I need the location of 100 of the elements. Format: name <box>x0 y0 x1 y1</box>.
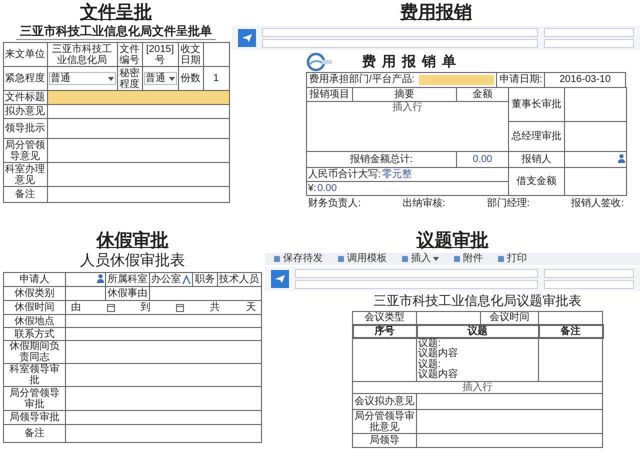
form-label: 收文日期 <box>178 42 203 66</box>
column-header: 报销项目 <box>306 88 352 102</box>
form-field[interactable]: 三亚市科技工业信息化局 <box>47 42 117 66</box>
person-icon[interactable] <box>97 274 104 282</box>
form-field[interactable]: [2015] <box>146 44 174 54</box>
column-header: 议题 <box>416 324 538 338</box>
form-label: 拟办意见 <box>3 104 47 118</box>
form-field[interactable] <box>47 138 229 162</box>
section-heading: 议题审批 <box>416 229 488 252</box>
form-field[interactable] <box>66 314 262 328</box>
send-button[interactable] <box>271 270 289 288</box>
calendar-icon[interactable] <box>176 304 184 312</box>
toolbar-button[interactable]: 保存待发 <box>271 253 325 265</box>
form-label: 休假地点 <box>4 314 66 328</box>
square-icon <box>337 255 345 263</box>
form-field[interactable] <box>416 410 602 434</box>
form-label: 紧急程度 <box>3 66 47 90</box>
form-label: 会议时间 <box>480 312 538 324</box>
form-field[interactable]: 号 <box>155 54 165 66</box>
form-field[interactable] <box>47 90 229 104</box>
column-header: 摘要 <box>352 88 456 102</box>
person-icon[interactable] <box>618 154 625 162</box>
form-field[interactable] <box>564 122 626 152</box>
form-label: 天 <box>246 302 256 313</box>
date-field[interactable]: 2016-03-10 <box>544 73 625 87</box>
form-field[interactable] <box>47 118 229 138</box>
form-field[interactable] <box>47 162 229 186</box>
form-field[interactable] <box>564 168 626 196</box>
form-field[interactable] <box>66 340 262 364</box>
form-label: 联系方式 <box>4 328 66 340</box>
signature-label: 部门经理: <box>486 198 530 209</box>
form-field[interactable] <box>416 434 602 448</box>
form-label: 董事长审批 <box>508 88 564 122</box>
form-field[interactable] <box>203 42 229 66</box>
section-heading: 文件呈批 <box>80 1 152 24</box>
caret-icon <box>108 76 114 80</box>
dropdown[interactable]: 普通 <box>144 72 176 85</box>
form-label: 会议类型 <box>352 312 416 324</box>
dropdown[interactable]: 普通 <box>48 72 116 85</box>
topic-field[interactable]: 议题: 议题内容 议题: 议题内容 <box>416 338 538 382</box>
signature-label: 财务负责人: <box>308 198 361 209</box>
paper-plane-icon <box>274 274 286 284</box>
form-label: 申请日期: <box>496 73 544 87</box>
form-field[interactable] <box>66 424 262 442</box>
square-icon <box>401 255 409 263</box>
caret-icon <box>433 257 439 261</box>
form-label: 文件标题 <box>3 90 47 104</box>
form-field[interactable] <box>538 312 602 324</box>
form-label: 领导批示 <box>3 118 47 138</box>
form-field[interactable] <box>538 338 602 382</box>
form-label: 备注 <box>3 186 47 202</box>
form-field[interactable] <box>418 75 494 85</box>
form-label: 申请人 <box>4 272 66 286</box>
form-label: 局领导审批 <box>4 410 66 424</box>
form-field[interactable] <box>564 88 626 122</box>
calendar-icon[interactable] <box>106 304 115 312</box>
form-label: 休假时间 <box>4 300 66 314</box>
toolbar-button[interactable]: 插入 <box>399 253 441 265</box>
form-field[interactable] <box>66 286 106 300</box>
form-label: 局分管领导审批意见 <box>352 410 416 434</box>
form-label: 休假类别 <box>4 286 66 300</box>
section-heading: 休假审批 <box>96 229 168 252</box>
form-label: 共 <box>210 302 220 313</box>
subject-field[interactable] <box>262 28 538 37</box>
swirl-logo-icon <box>306 52 332 72</box>
send-button[interactable] <box>238 29 256 47</box>
column-header: 序号 <box>352 324 416 338</box>
toolbar-button[interactable]: 调用模板 <box>335 253 389 265</box>
attachment-field[interactable] <box>262 39 538 48</box>
form-field[interactable] <box>416 312 480 324</box>
square-icon <box>497 255 505 263</box>
form-field[interactable] <box>150 286 262 300</box>
form-label: 备注 <box>4 424 66 442</box>
form-field[interactable] <box>352 338 416 382</box>
form-label: 报销金额总计: <box>306 152 456 168</box>
form-field[interactable] <box>47 186 229 202</box>
insert-row-link[interactable]: 插入行 <box>462 382 492 393</box>
column-header: 金额 <box>456 88 508 102</box>
subject-field[interactable] <box>295 269 538 278</box>
form-field[interactable]: 技术人员 <box>218 272 262 286</box>
form-field[interactable] <box>66 410 262 424</box>
form-field[interactable] <box>66 364 262 386</box>
insert-row-link[interactable]: 插入行 <box>392 102 422 113</box>
toolbar-button[interactable]: 附件 <box>451 253 485 265</box>
paper-plane-icon <box>241 33 253 43</box>
amount-field[interactable]: 0.00 <box>456 152 508 168</box>
form-label: 所属科室 <box>106 272 150 286</box>
signature-label: 报销人签收: <box>571 198 624 209</box>
toolbar-button[interactable]: 打印 <box>495 253 529 265</box>
form-field[interactable] <box>66 328 262 340</box>
attachment-field[interactable] <box>295 280 538 289</box>
form-label: 休假事由 <box>106 286 150 300</box>
caret-icon <box>168 76 174 80</box>
form-label: 休假期间负责同志 <box>4 340 66 364</box>
form-label: 局分管领导审批 <box>4 386 66 410</box>
form-field[interactable] <box>66 386 262 410</box>
section-heading: 费用报销 <box>400 1 472 24</box>
form-field[interactable] <box>47 104 229 118</box>
column-header: 备注 <box>538 324 602 338</box>
form-field[interactable] <box>416 394 602 410</box>
